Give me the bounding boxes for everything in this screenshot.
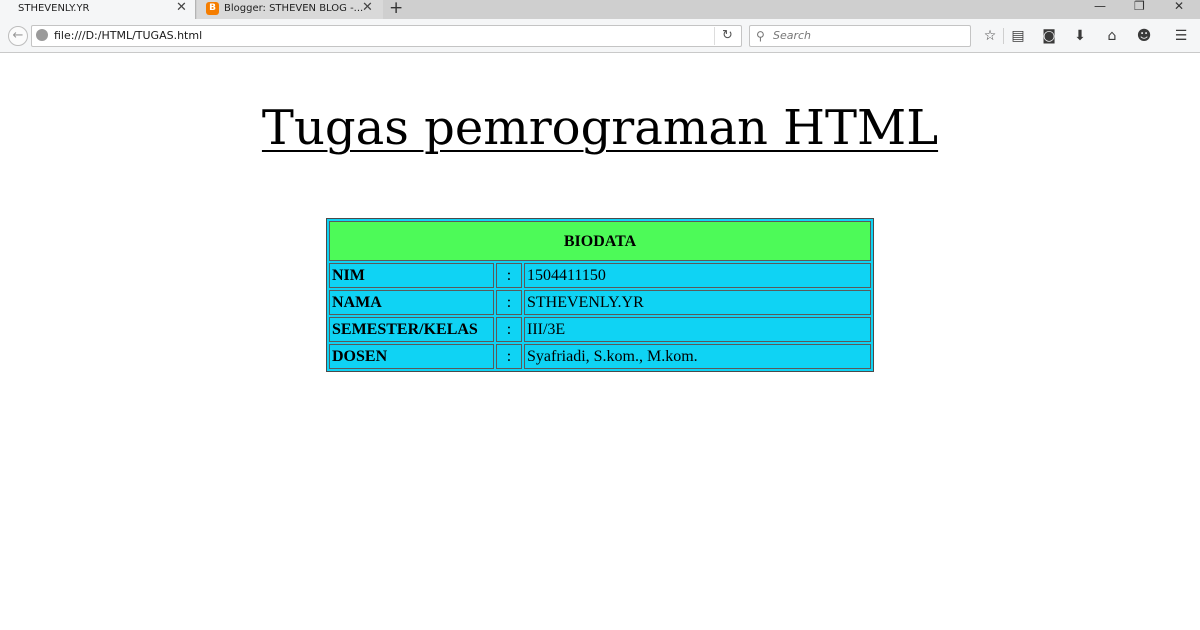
biodata-table: BIODATA NIM : 1504411150 NAMA : STHEVENL… (326, 218, 874, 372)
table-row: NAMA : STHEVENLY.YR (329, 290, 871, 315)
navigation-bar: ← file:///D:/HTML/TUGAS.html ↻ ⚲ Search … (0, 19, 1200, 53)
row-label: DOSEN (329, 344, 494, 369)
table-row: SEMESTER/KELAS : III/3E (329, 317, 871, 342)
row-value: STHEVENLY.YR (524, 290, 871, 315)
url-bar[interactable]: file:///D:/HTML/TUGAS.html ↻ (31, 25, 742, 47)
globe-icon (36, 29, 48, 41)
close-window-icon[interactable]: ✕ (1174, 0, 1184, 14)
tab-blogger[interactable]: B Blogger: STHEVEN BLOG -... ✕ (197, 0, 383, 19)
page-title: Tugas pemrograman HTML (261, 100, 939, 156)
tab-strip: STHEVENLY.YR ✕ B Blogger: STHEVEN BLOG -… (0, 0, 1200, 19)
blogger-favicon-icon: B (206, 2, 219, 15)
menu-icon[interactable]: ☰ (1172, 27, 1190, 45)
row-value: 1504411150 (524, 263, 871, 288)
reload-icon[interactable]: ↻ (714, 27, 740, 45)
tab-title: Blogger: STHEVEN BLOG -... (224, 3, 364, 14)
toolbar-divider (1003, 28, 1004, 44)
row-label: SEMESTER/KELAS (329, 317, 494, 342)
back-icon[interactable]: ← (8, 26, 28, 46)
table-header: BIODATA (329, 221, 871, 261)
close-tab-icon[interactable]: ✕ (362, 0, 373, 16)
reader-view-icon[interactable]: ▤ (1009, 27, 1027, 45)
minimize-icon[interactable]: — (1094, 0, 1106, 14)
row-separator: : (496, 290, 522, 315)
row-label: NAMA (329, 290, 494, 315)
page-heading: Tugas pemrograman HTML (0, 100, 1200, 156)
row-separator: : (496, 344, 522, 369)
search-input[interactable]: ⚲ Search (749, 25, 971, 47)
url-text[interactable]: file:///D:/HTML/TUGAS.html (54, 29, 202, 43)
table-row: NIM : 1504411150 (329, 263, 871, 288)
row-separator: : (496, 263, 522, 288)
close-tab-icon[interactable]: ✕ (176, 0, 187, 16)
row-separator: : (496, 317, 522, 342)
table-row: DOSEN : Syafriadi, S.kom., M.kom. (329, 344, 871, 369)
download-icon[interactable]: ⬇ (1071, 27, 1089, 45)
table-header-row: BIODATA (329, 221, 871, 261)
restore-icon[interactable]: ❐ (1134, 0, 1145, 14)
bookmark-star-icon[interactable]: ☆ (981, 27, 999, 45)
pocket-icon[interactable]: ◙ (1040, 27, 1058, 45)
search-icon: ⚲ (756, 29, 765, 43)
row-label: NIM (329, 263, 494, 288)
hello-icon[interactable]: ☻ (1135, 27, 1153, 45)
tab-active[interactable]: STHEVENLY.YR ✕ (0, 0, 196, 19)
home-icon[interactable]: ⌂ (1103, 27, 1121, 45)
row-value: III/3E (524, 317, 871, 342)
row-value: Syafriadi, S.kom., M.kom. (524, 344, 871, 369)
new-tab-icon[interactable]: + (389, 0, 403, 18)
search-placeholder: Search (773, 29, 812, 42)
tab-title: STHEVENLY.YR (18, 3, 90, 14)
